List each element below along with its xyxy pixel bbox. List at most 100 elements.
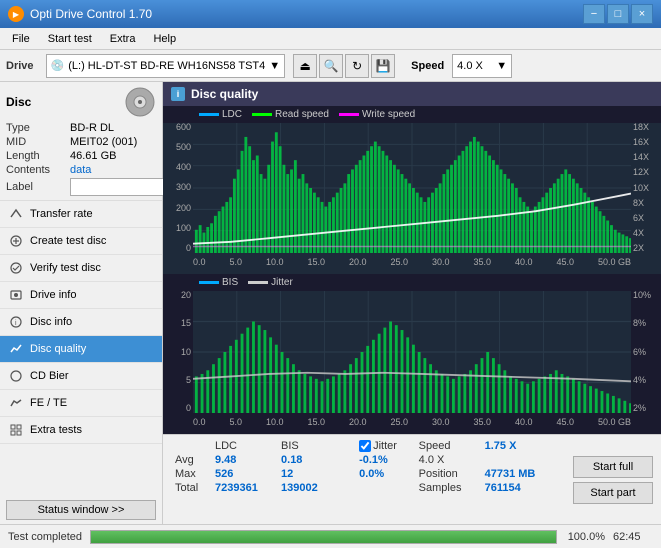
bottom-y-axis-right: 10% 8% 6% 4% 2% [631,291,661,413]
avg-ldc: 9.48 [211,453,277,467]
drive-info-label: Drive info [30,289,76,301]
disc-mid-label: MID [6,136,66,148]
progress-bar-inner [91,531,556,543]
drive-action-icons: ⏏ 🔍 ↻ 💾 [293,54,395,78]
top-chart-legend: LDC Read speed Write speed [163,106,661,123]
disc-panel: Disc Type BD-R DL MID MEIT02 (001) Leng [0,82,162,201]
jitter-dot [248,281,268,284]
disc-type-value: BD-R DL [70,122,114,134]
menu-help[interactable]: Help [145,31,184,47]
disc-quality-header-icon: i [171,87,185,101]
action-buttons: Start full Start part [565,435,661,524]
position-val: 47731 MB [481,467,557,481]
menu-bar: File Start test Extra Help [0,28,661,50]
sidebar-item-verify-test-disc[interactable]: Verify test disc [0,255,162,282]
top-x-axis: 0.0 5.0 10.0 15.0 20.0 25.0 30.0 35.0 40… [193,253,631,271]
max-bis: 12 [277,467,335,481]
legend-read-speed: Read speed [252,109,329,120]
disc-panel-title: Disc [6,95,31,109]
stats-data-table: LDC BIS Jitter Speed 1.75 X [171,439,557,495]
ldc-label: LDC [222,109,242,120]
legend-jitter: Jitter [248,277,293,288]
bottom-chart-svg-container [193,291,631,413]
write-speed-label: Write speed [362,109,415,120]
create-test-disc-label: Create test disc [30,235,106,247]
verify-test-disc-icon [8,260,24,276]
save-button[interactable]: 💾 [371,54,395,78]
total-row: Total 7239361 139002 Samples 761154 [171,481,557,495]
menu-extra[interactable]: Extra [102,31,144,47]
progress-percent: 100.0% [565,531,605,543]
menu-file[interactable]: File [4,31,38,47]
refresh-button[interactable]: ↻ [345,54,369,78]
disc-quality-header: i Disc quality [163,82,661,106]
top-chart-with-axes: 600 500 400 300 200 100 0 18X 16X 14X 12… [163,123,661,271]
total-ldc: 7239361 [211,481,277,495]
start-full-button[interactable]: Start full [573,456,653,478]
status-window-button[interactable]: Status window >> [6,500,156,520]
disc-mid-value: MEIT02 (001) [70,136,137,148]
transfer-rate-icon [8,206,24,222]
sidebar-item-fe-te[interactable]: FE / TE [0,390,162,417]
disc-quality-icon [8,341,24,357]
drive-name: (L:) HL-DT-ST BD-RE WH16NS58 TST4 [68,60,265,72]
cd-bier-icon [8,368,24,384]
samples-val: 761154 [481,481,557,495]
samples-label: Samples [415,481,481,495]
disc-label-input[interactable] [70,178,170,196]
disc-header: Disc [6,86,156,118]
speed-label: Speed [411,60,444,72]
progress-time: 62:45 [613,531,653,543]
extra-tests-label: Extra tests [30,424,82,436]
dropdown-arrow-icon: ▼ [269,60,280,72]
sidebar-item-disc-quality[interactable]: Disc quality [0,336,162,363]
write-speed-dot [339,113,359,116]
scan-button[interactable]: 🔍 [319,54,343,78]
avg-bis: 0.18 [277,453,335,467]
sidebar-item-cd-bier[interactable]: CD Bier [0,363,162,390]
disc-info-label: Disc info [30,316,72,328]
drive-selector[interactable]: 💿 (L:) HL-DT-ST BD-RE WH16NS58 TST4 ▼ [46,54,286,78]
disc-label-key: Label [6,181,66,193]
maximize-button[interactable]: □ [607,4,629,24]
top-chart-svg [193,123,631,253]
speed-stat-header: Speed [415,439,481,453]
bottom-y-axis-left: 20 15 10 5 0 [163,291,193,413]
title-bar-controls: − □ × [583,4,653,24]
extra-tests-icon [8,422,24,438]
progress-section: Test completed 100.0% 62:45 [0,524,661,548]
max-jitter: 0.0% [355,467,415,481]
sidebar-item-extra-tests[interactable]: Extra tests [0,417,162,444]
sidebar-item-disc-info[interactable]: i Disc info [0,309,162,336]
sidebar-item-transfer-rate[interactable]: Transfer rate [0,201,162,228]
total-bis: 139002 [277,481,335,495]
legend-bis: BIS [199,277,238,288]
fe-te-label: FE / TE [30,397,67,409]
progress-bar-outer [90,530,557,544]
bottom-chart-legend: BIS Jitter [163,274,661,291]
top-chart-svg-container [193,123,631,253]
speed-dropdown-icon: ▼ [496,60,507,72]
start-part-button[interactable]: Start part [573,482,653,504]
speed-selector[interactable]: 4.0 X ▼ [452,54,512,78]
right-panel: i Disc quality LDC Read speed Write spee… [163,82,661,524]
bis-label: BIS [222,277,238,288]
status-text: Test completed [8,531,82,543]
minimize-button[interactable]: − [583,4,605,24]
close-button[interactable]: × [631,4,653,24]
sidebar-item-create-test-disc[interactable]: Create test disc [0,228,162,255]
jitter-checkbox[interactable] [359,440,371,452]
eject-button[interactable]: ⏏ [293,54,317,78]
disc-type-label: Type [6,122,66,134]
stats-actions-panel: LDC BIS Jitter Speed 1.75 X [163,434,661,524]
bottom-chart-area: BIS Jitter 20 15 10 5 0 1 [163,274,661,434]
top-chart-area: LDC Read speed Write speed 600 500 40 [163,106,661,274]
ldc-dot [199,113,219,116]
disc-mid-row: MID MEIT02 (001) [6,136,156,148]
sidebar-item-drive-info[interactable]: Drive info [0,282,162,309]
menu-start-test[interactable]: Start test [40,31,100,47]
avg-jitter: -0.1% [355,453,415,467]
svg-text:i: i [15,320,17,327]
disc-contents-value: data [70,164,91,176]
main-content: Disc Type BD-R DL MID MEIT02 (001) Leng [0,82,661,524]
